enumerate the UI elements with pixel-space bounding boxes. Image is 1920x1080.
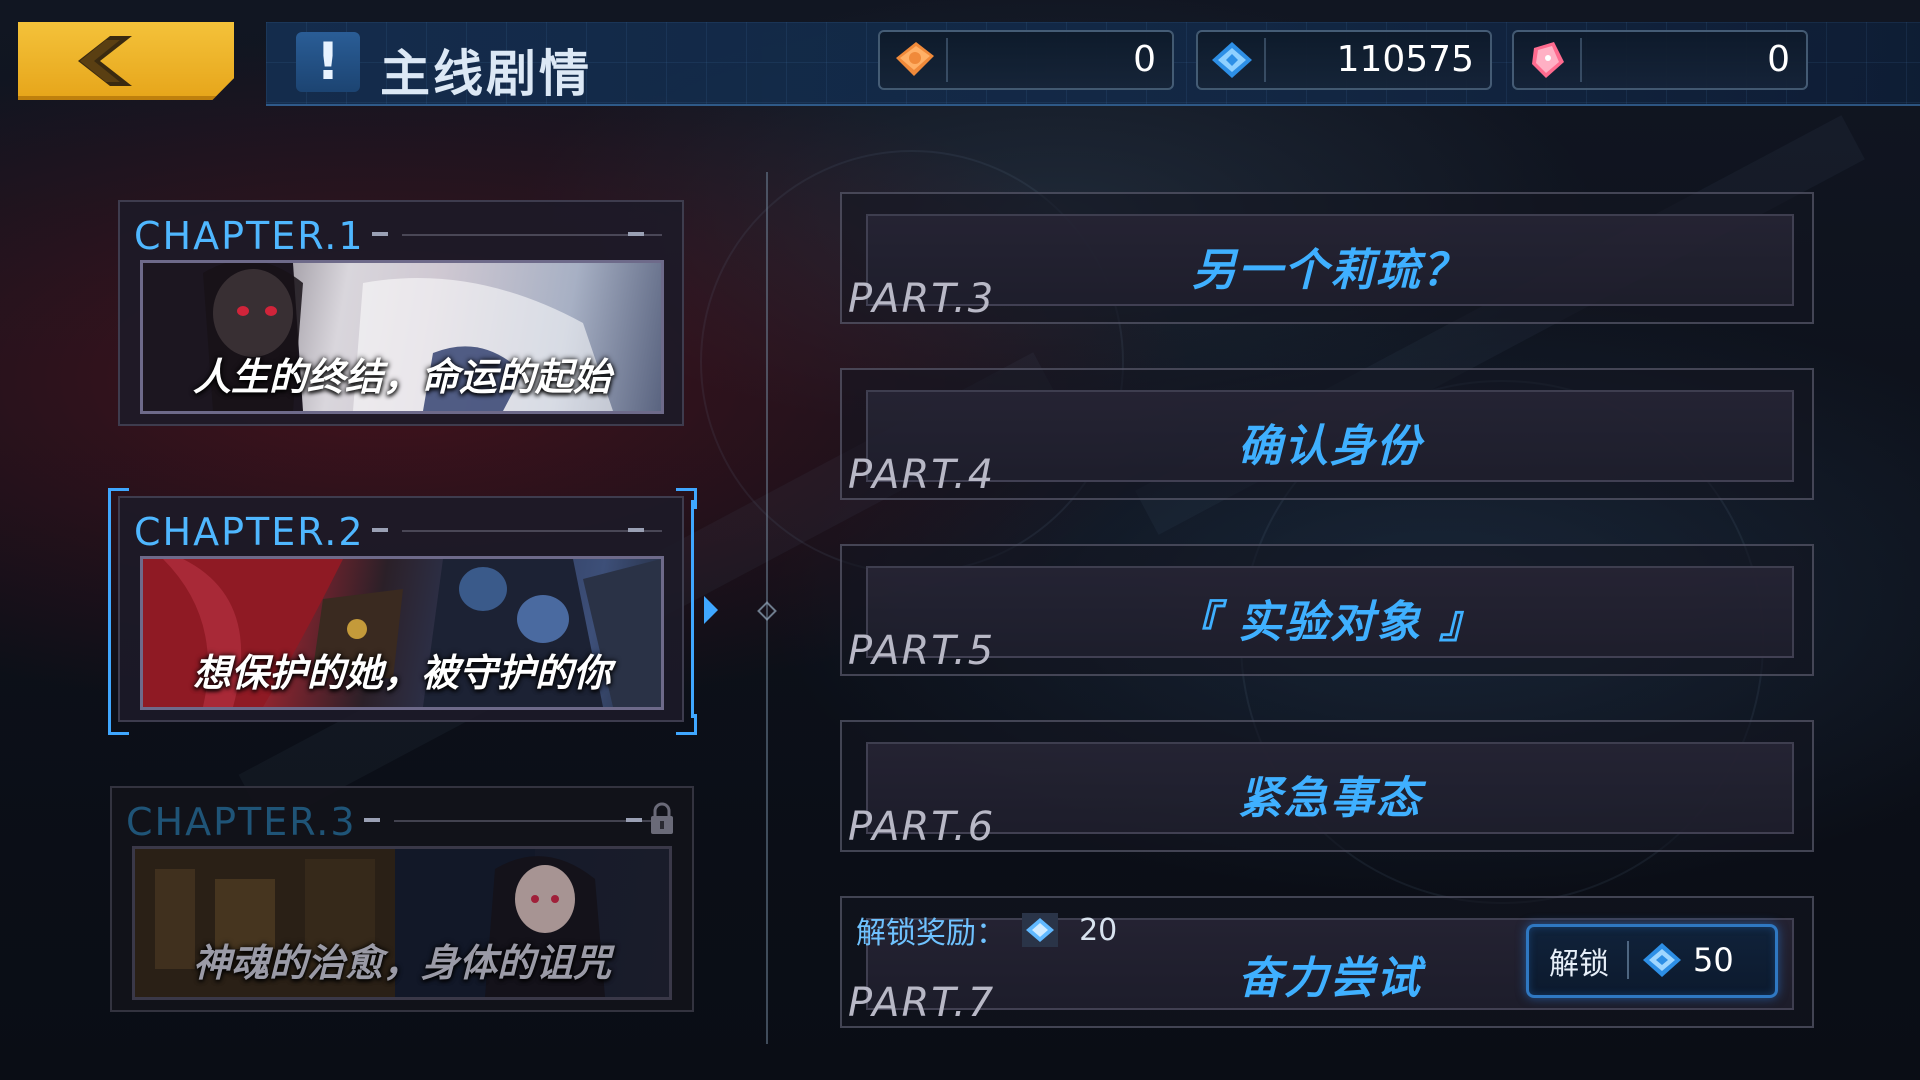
- chapter-label: CHAPTER.3: [126, 800, 357, 844]
- page-title: 主线剧情: [380, 45, 592, 103]
- currency-pink-gem: 0: [1512, 30, 1808, 90]
- chapter-subtitle: 神魂的治愈，身体的诅咒: [192, 941, 611, 985]
- divider-diamond-icon: [757, 601, 777, 621]
- part-label: PART.5: [848, 628, 996, 674]
- chapter-dash: [364, 818, 380, 822]
- currency-orange-ticket: 0: [878, 30, 1174, 90]
- chapter-dash: [372, 232, 388, 236]
- unlock-button[interactable]: 解锁 50: [1526, 924, 1778, 998]
- chapter-subtitle: 想保护的她，被守护的你: [192, 651, 611, 695]
- chapter-label: CHAPTER.2: [134, 510, 365, 554]
- part-label: PART.4: [848, 452, 996, 498]
- main-story-screen: ! 主线剧情 0 110575 0 CHAPTER.1 人生的终结，命运的起始 …: [0, 0, 1920, 1080]
- chapter-artwork: 想保护的她，被守护的你: [140, 556, 664, 710]
- currency-value: 0: [1767, 39, 1790, 80]
- blue-crystal-icon: [1021, 913, 1058, 947]
- reward-label: 解锁奖励：: [856, 916, 1006, 951]
- unlock-separator: [1627, 941, 1629, 979]
- lock-icon: [651, 802, 673, 834]
- part-title: 另一个莉琉？: [1192, 245, 1468, 296]
- chapter-card-3[interactable]: CHAPTER.3 神魂的治愈，身体的诅咒: [110, 786, 694, 1012]
- chapter-artwork: 神魂的治愈，身体的诅咒: [132, 846, 672, 1000]
- part-6-item[interactable]: 紧急事态 PART.6: [840, 720, 1814, 852]
- part-3-item[interactable]: 另一个莉琉？ PART.3: [840, 192, 1814, 324]
- back-button[interactable]: [18, 22, 234, 100]
- currency-separator: [946, 38, 948, 82]
- pink-gem-icon: [1532, 42, 1564, 78]
- part-title: 紧急事态: [1238, 773, 1422, 824]
- chapter-line: [394, 820, 664, 822]
- unlock-cost: 50: [1693, 941, 1734, 979]
- part-title: 『 实验对象 』: [1174, 597, 1486, 648]
- part-label: PART.7: [848, 980, 996, 1026]
- unlock-reward: 解锁奖励： 20: [856, 908, 1118, 952]
- currency-value: 110575: [1336, 39, 1474, 80]
- blue-crystal-icon: [1212, 42, 1252, 78]
- chapter-line: [402, 530, 662, 532]
- chapter-dash: [628, 232, 644, 236]
- part-label: PART.6: [848, 804, 996, 850]
- currency-separator: [1264, 38, 1266, 82]
- part-4-item[interactable]: 确认身份 PART.4: [840, 368, 1814, 500]
- chapter-card-2[interactable]: CHAPTER.2 想保护的她，被守护的你: [118, 496, 684, 722]
- exclamation-icon: !: [296, 32, 360, 92]
- chapter-dash: [372, 528, 388, 532]
- blue-crystal-icon: [1643, 943, 1681, 977]
- part-label: PART.3: [848, 276, 996, 322]
- reward-value: 20: [1079, 912, 1118, 948]
- part-5-item[interactable]: 『 实验对象 』 PART.5: [840, 544, 1814, 676]
- selection-arrow-icon: [704, 596, 718, 624]
- unlock-label: 解锁: [1549, 947, 1609, 982]
- chapter-label: CHAPTER.1: [134, 214, 365, 258]
- chapter-dash: [626, 818, 642, 822]
- currency-separator: [1580, 38, 1582, 82]
- currency-value: 0: [1133, 39, 1156, 80]
- selection-edge: [691, 500, 694, 718]
- chapter-subtitle: 人生的终结，命运的起始: [192, 355, 611, 399]
- orange-ticket-icon: [896, 42, 934, 76]
- back-chevron-icon: [78, 36, 132, 86]
- currency-blue-crystal: 110575: [1196, 30, 1492, 90]
- selection-bracket: [108, 488, 129, 509]
- chapter-line: [402, 234, 662, 236]
- chapter-artwork: 人生的终结，命运的起始: [140, 260, 664, 414]
- chapter-card-1[interactable]: CHAPTER.1 人生的终结，命运的起始: [118, 200, 684, 426]
- selection-bracket: [108, 714, 129, 735]
- selection-edge: [108, 500, 111, 718]
- part-7-item[interactable]: 解锁奖励： 20 奋力尝试 PART.7 解锁 50: [840, 896, 1814, 1028]
- part-title: 确认身份: [1238, 421, 1422, 472]
- chapter-dash: [628, 528, 644, 532]
